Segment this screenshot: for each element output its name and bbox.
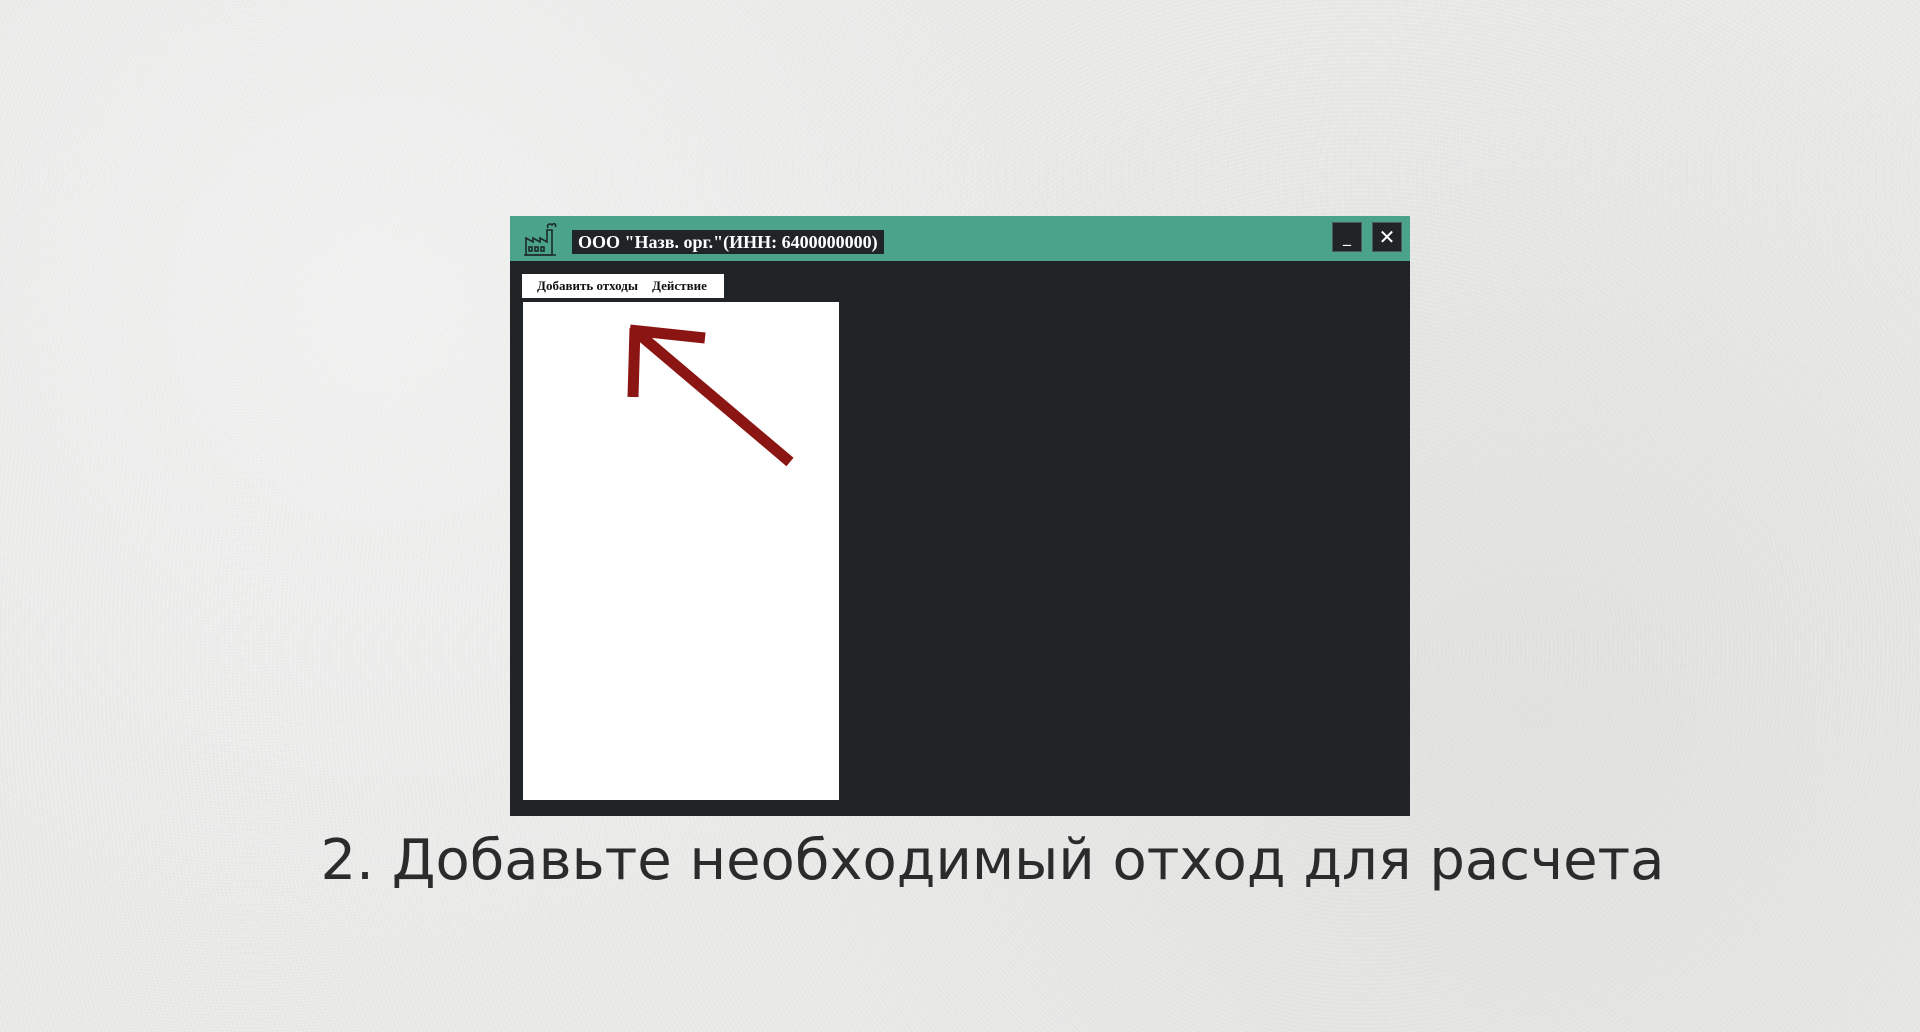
window-title: ООО "Назв. орг."(ИНН: 6400000000) [572,230,884,254]
close-button[interactable]: ✕ [1372,222,1402,252]
arrow-up-left-icon [627,324,794,467]
app-window: ООО "Назв. орг."(ИНН: 6400000000) _ ✕ До… [510,216,1410,816]
instruction-caption: 2. Добавьте необходимый отход для расчет… [320,828,1665,893]
menu-bar: Добавить отходы Действие [522,274,724,298]
menu-item-action[interactable]: Действие [647,278,716,294]
minimize-button[interactable]: _ [1332,222,1362,252]
title-bar[interactable]: ООО "Назв. орг."(ИНН: 6400000000) _ ✕ [510,216,1410,261]
menu-item-add-waste[interactable]: Добавить отходы [532,278,647,294]
factory-icon [524,222,557,256]
